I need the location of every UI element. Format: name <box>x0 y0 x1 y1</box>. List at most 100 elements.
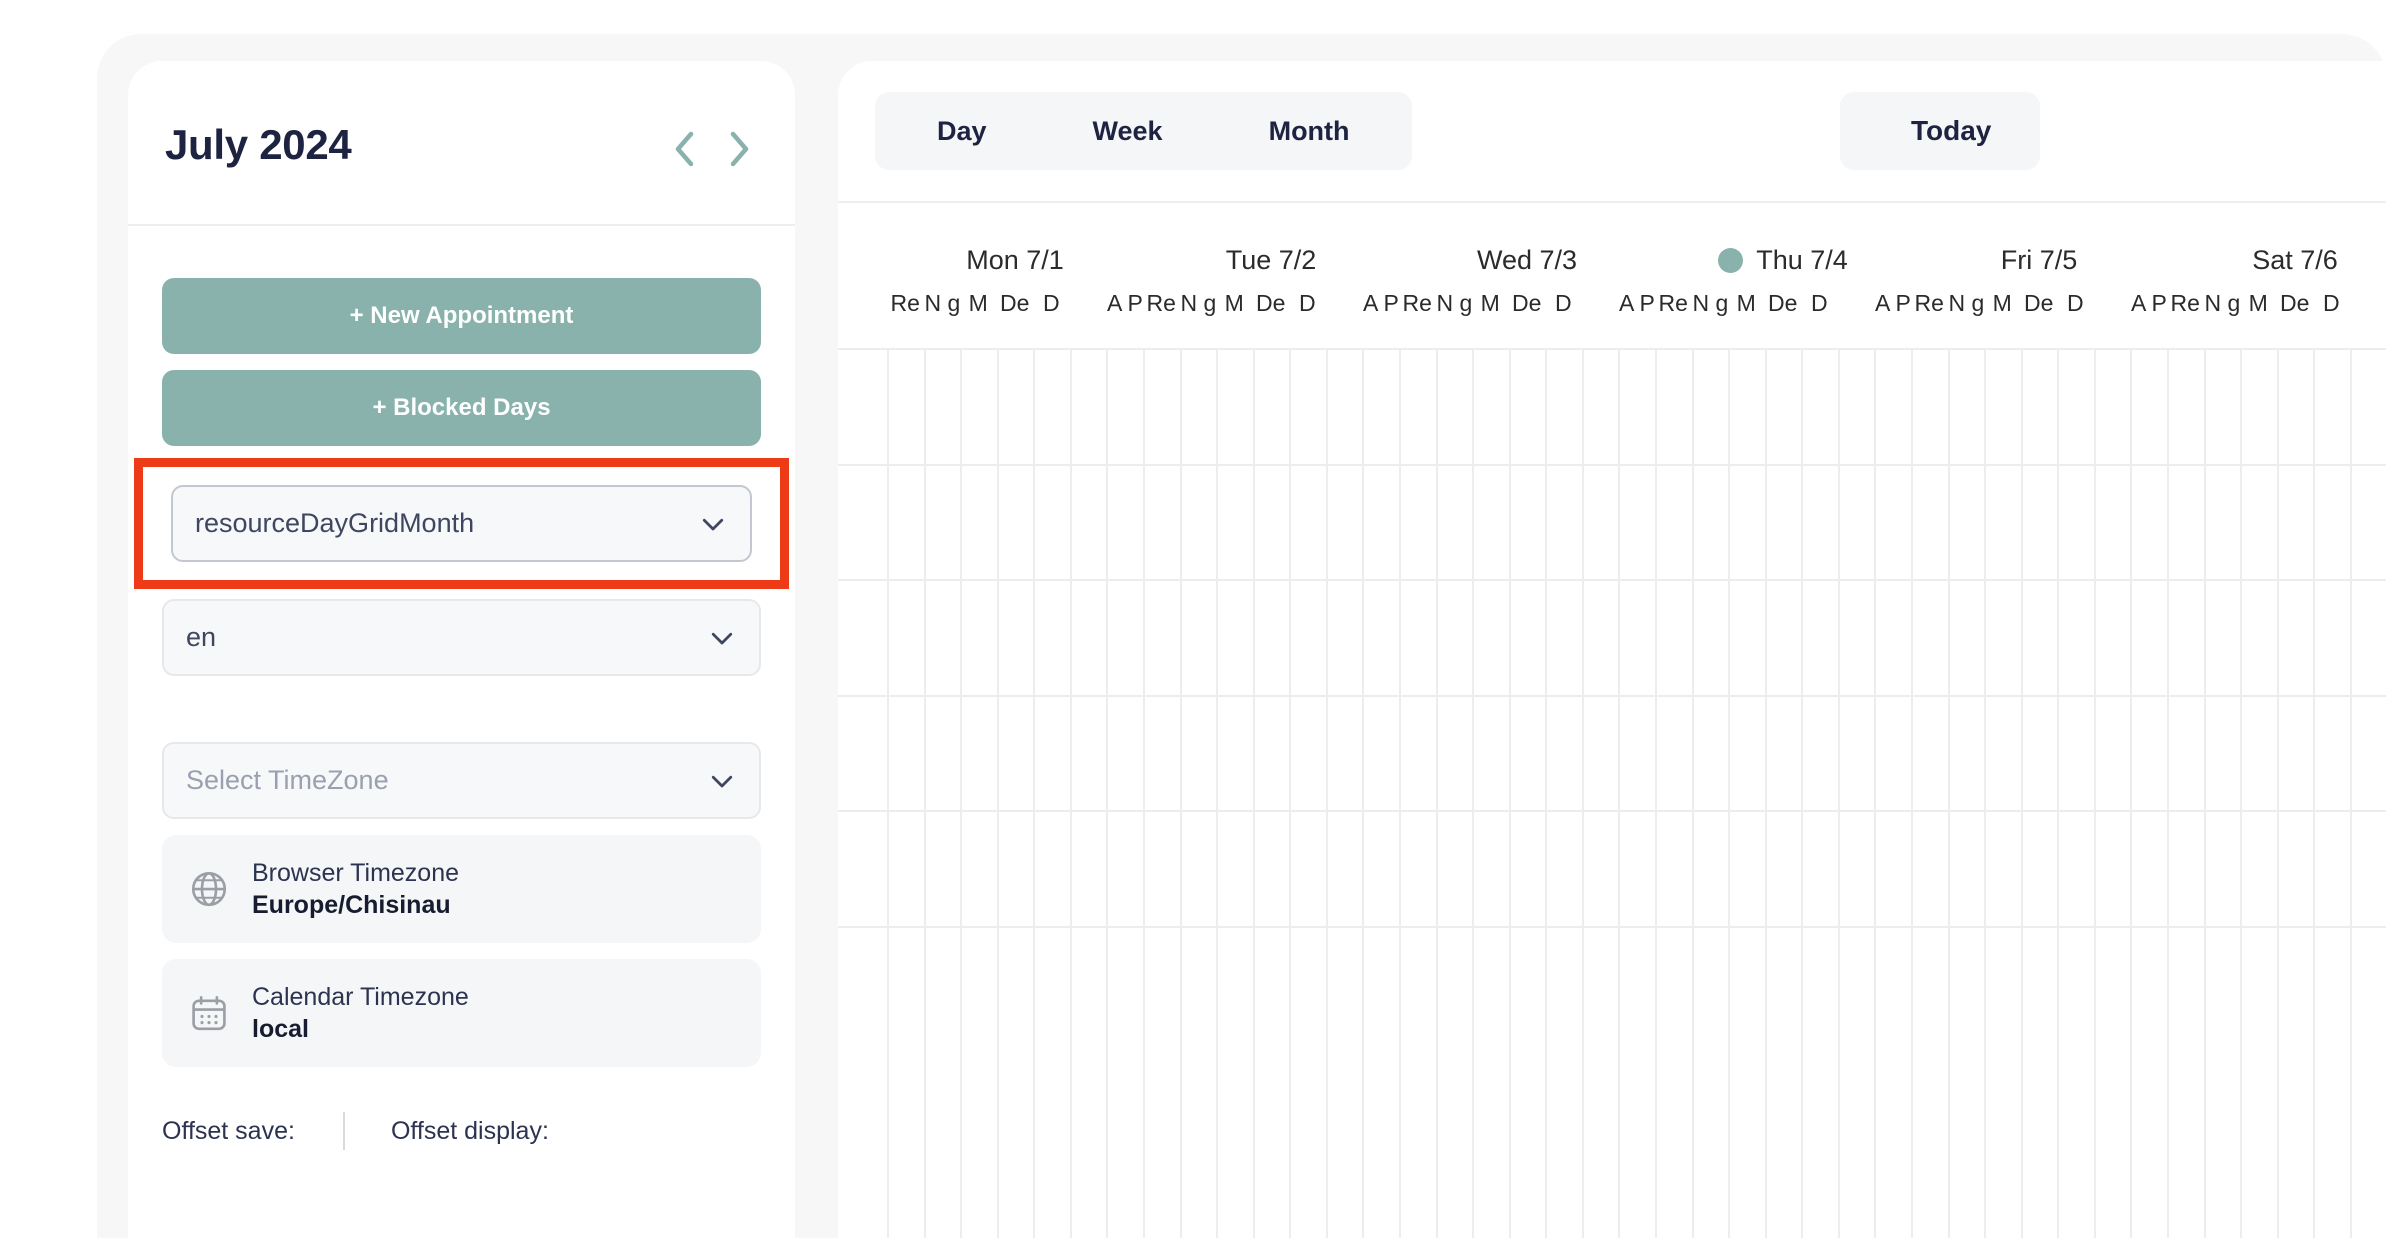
day-header[interactable]: Thu 7/4 <box>1655 234 1911 286</box>
day-header-label: Thu 7/4 <box>1756 245 1848 276</box>
resource-header-cell[interactable]: De <box>2277 289 2314 346</box>
resource-header-cell[interactable]: D <box>1033 289 1070 346</box>
grid-vertical-line <box>2204 350 2206 1238</box>
grid-vertical-line <box>2167 350 2169 1238</box>
grid-vertical-line <box>1911 350 1913 1238</box>
grid-horizontal-line <box>838 579 2386 581</box>
resource-header-cell[interactable]: Re <box>1143 289 1180 346</box>
grid-vertical-line <box>2313 350 2315 1238</box>
resource-header-cell[interactable]: A Pc <box>1106 289 1143 346</box>
chevron-left-icon <box>673 131 695 167</box>
resource-header-cell[interactable]: Re <box>1911 289 1948 346</box>
grid-horizontal-line <box>838 464 2386 466</box>
sidebar-header: July 2024 <box>128 61 795 226</box>
tab-day[interactable]: Day <box>905 92 1019 170</box>
grid-vertical-line <box>1436 350 1438 1238</box>
resource-header-cell[interactable]: N gr <box>1692 289 1729 346</box>
grid-horizontal-line <box>838 695 2386 697</box>
resource-header-cell[interactable]: N gr <box>1948 289 1985 346</box>
tab-week[interactable]: Week <box>1061 92 1195 170</box>
resource-header-cell[interactable]: A Pc <box>1362 289 1399 346</box>
grid-vertical-line <box>2350 350 2352 1238</box>
resource-header-cell[interactable]: D <box>1545 289 1582 346</box>
resource-header-cell[interactable]:  <box>2094 289 2131 346</box>
day-header[interactable]: Mon 7/1 <box>887 234 1143 286</box>
sidebar-panel: July 2024 + New Appointment + Blocked Da… <box>128 61 795 1238</box>
browser-timezone-label: Browser Timezone <box>252 859 459 888</box>
prev-month-button[interactable] <box>667 129 701 169</box>
resource-header-gutter <box>838 289 887 346</box>
resource-header-cell[interactable]: D <box>1289 289 1326 346</box>
resource-header-cell[interactable]: M <box>2240 289 2277 346</box>
grid-vertical-line <box>2130 350 2132 1238</box>
resource-header-cell[interactable]: A Pc <box>1874 289 1911 346</box>
resource-header-group: ReN grMDeDA Pc <box>1911 289 2167 346</box>
grid-vertical-line <box>1143 350 1145 1238</box>
locale-select-value: en <box>186 622 216 653</box>
resource-header-cell[interactable]: De <box>997 289 1034 346</box>
resource-header-cell[interactable]:  <box>2350 289 2386 346</box>
day-header[interactable]: Sat 7/6 <box>2167 234 2386 286</box>
day-header[interactable]: Tue 7/2 <box>1143 234 1399 286</box>
resource-header-cell[interactable]: M <box>1728 289 1765 346</box>
resource-header-cell[interactable]: M <box>1472 289 1509 346</box>
resource-header-cell[interactable]: D <box>2057 289 2094 346</box>
resource-header-cell[interactable]: D <box>1801 289 1838 346</box>
next-month-button[interactable] <box>723 129 757 169</box>
resource-header-group: ReN grMDeDA Pc <box>1655 289 1911 346</box>
resource-header-cell[interactable]: Re <box>2167 289 2204 346</box>
timezone-select-wrapper: Select TimeZone <box>162 742 761 819</box>
resource-header-cell[interactable]:  <box>1326 289 1363 346</box>
locale-select[interactable]: en <box>162 599 761 676</box>
grid-vertical-line <box>1838 350 1840 1238</box>
resource-header-cell[interactable]: De <box>1253 289 1290 346</box>
resource-header-cell[interactable]:  <box>1838 289 1875 346</box>
app-shell: July 2024 + New Appointment + Blocked Da… <box>97 34 2386 1238</box>
resource-header-cell[interactable]:  <box>1070 289 1107 346</box>
resource-header-row: ReN grMDeDA PcReN grMDeDA PcReN grMD… <box>838 289 2386 346</box>
grid-vertical-line <box>1655 350 1657 1238</box>
resource-header-cell[interactable]: N gr <box>924 289 961 346</box>
resource-header-cell[interactable]: M <box>960 289 997 346</box>
calendar-timezone-value: local <box>252 1015 469 1044</box>
new-appointment-button[interactable]: + New Appointment <box>162 278 761 354</box>
grid-vertical-line <box>1326 350 1328 1238</box>
chevron-down-icon <box>698 509 728 539</box>
today-indicator-dot <box>1718 248 1743 273</box>
globe-icon <box>188 868 230 910</box>
resource-header-group: ReN grMDeDA Pc <box>2167 289 2386 346</box>
resource-header-cell[interactable]: De <box>1765 289 1802 346</box>
grid-vertical-line <box>1509 350 1511 1238</box>
locale-select-wrapper: en <box>162 599 761 676</box>
resource-header-cell[interactable]: D <box>2313 289 2350 346</box>
calendar-view-select[interactable]: resourceDayGridMonth <box>171 485 752 562</box>
resource-header-cell[interactable]:  <box>1582 289 1619 346</box>
calendar-toolbar: Day Week Month Today <box>838 61 2386 201</box>
resource-header-cell[interactable]: N gr <box>1180 289 1217 346</box>
day-header[interactable]: Fri 7/5 <box>1911 234 2167 286</box>
day-header-row: Mon 7/1 Tue 7/2 Wed 7/3 Thu 7/4 Fri 7/5 Sat 7… <box>838 234 2386 286</box>
tab-month[interactable]: Month <box>1237 92 1382 170</box>
today-button[interactable]: Today <box>1840 92 2040 170</box>
grid-vertical-line <box>924 350 926 1238</box>
blocked-days-button[interactable]: + Blocked Days <box>162 370 761 446</box>
resource-header-cell[interactable]: Re <box>1399 289 1436 346</box>
resource-header-cell[interactable]: A Pc <box>1618 289 1655 346</box>
resource-header-cell[interactable]: N gr <box>2204 289 2241 346</box>
timezone-select[interactable]: Select TimeZone <box>162 742 761 819</box>
day-header[interactable]: Wed 7/3 <box>1399 234 1655 286</box>
resource-header-cell[interactable]: De <box>2021 289 2058 346</box>
resource-header-cell[interactable]: De <box>1509 289 1546 346</box>
resource-header-cell[interactable]: A Pc <box>2130 289 2167 346</box>
resource-header-cell[interactable]: Re <box>887 289 924 346</box>
calendar-icon <box>188 992 230 1034</box>
resource-header-cell[interactable]: N gr <box>1436 289 1473 346</box>
grid-vertical-line <box>997 350 999 1238</box>
resource-header-cell[interactable]: M <box>1984 289 2021 346</box>
resource-header-cell[interactable]: M <box>1216 289 1253 346</box>
offset-divider <box>343 1112 345 1150</box>
grid-vertical-line <box>1692 350 1694 1238</box>
grid-vertical-line <box>1801 350 1803 1238</box>
resource-header-cell[interactable]: Re <box>1655 289 1692 346</box>
calendar-grid[interactable] <box>838 348 2386 1238</box>
